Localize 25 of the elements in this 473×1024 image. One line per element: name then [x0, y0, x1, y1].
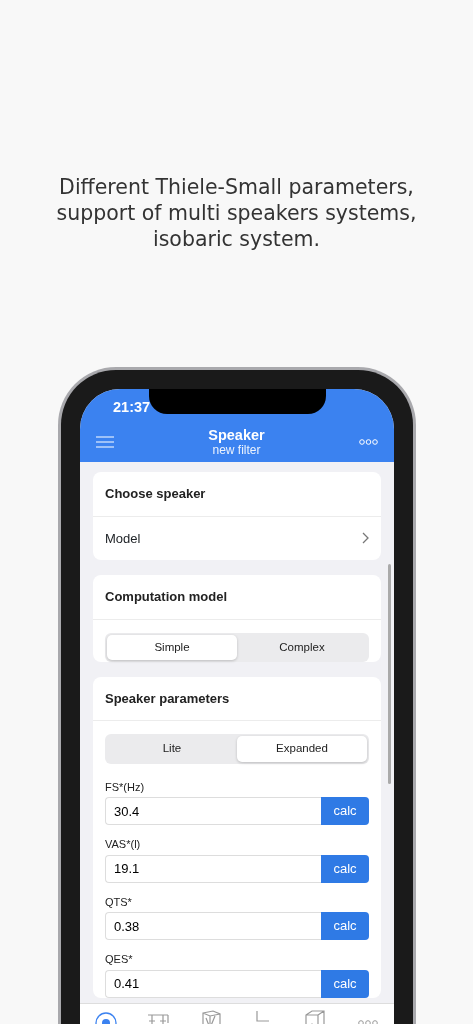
field-label: QES*: [105, 952, 134, 967]
input-field[interactable]: 0.41: [105, 969, 321, 998]
calc-button[interactable]: calc: [321, 969, 369, 998]
list-row[interactable]: Model: [93, 516, 381, 560]
input-field[interactable]: 30.4: [105, 797, 321, 825]
section-title: Speaker parameters: [105, 690, 230, 706]
calc-button[interactable]: calc: [321, 912, 369, 940]
segment-option[interactable]: Expanded: [237, 736, 367, 762]
segment-option[interactable]: Lite: [107, 736, 237, 762]
row-label: Model: [105, 529, 141, 548]
calc-button[interactable]: calc: [321, 854, 369, 883]
input-field[interactable]: 0.38: [105, 912, 321, 940]
field-label: QTS*: [105, 894, 133, 910]
field-label: FS*(Hz): [105, 779, 146, 795]
status-time: 21:37: [113, 399, 151, 415]
input-field[interactable]: 19.1: [105, 854, 321, 883]
headline: Different Thiele-Small parameters, support of multi speakers systems, isobaric system.: [55, 174, 418, 252]
screen-title: Speaker: [208, 426, 265, 443]
segment-option[interactable]: Simple: [107, 634, 237, 660]
screen-subtitle: new filter: [212, 442, 261, 457]
section-title: Choose speaker: [105, 486, 206, 501]
section-title: Computation model: [105, 589, 228, 604]
field-label: VAS*(l): [105, 837, 142, 852]
calc-button[interactable]: calc: [321, 797, 369, 825]
segment-option[interactable]: Complex: [237, 634, 367, 660]
